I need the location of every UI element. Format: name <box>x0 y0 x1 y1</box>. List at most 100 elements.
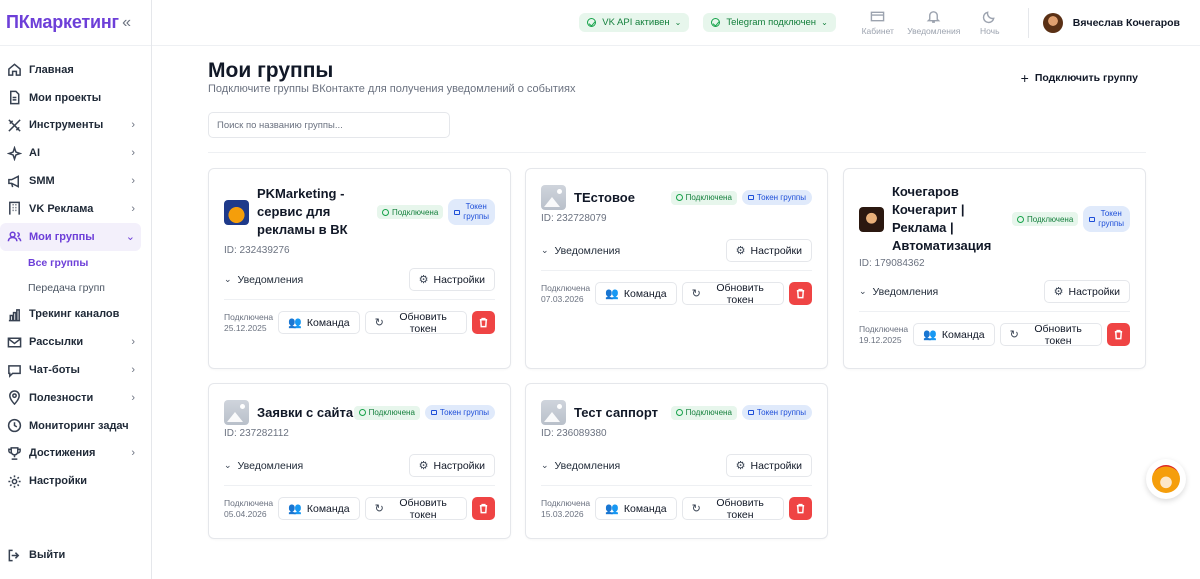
topbar-divider <box>1027 7 1029 38</box>
refresh-icon: ↻ <box>374 317 384 329</box>
image-placeholder-icon <box>224 400 249 425</box>
card-footer: Подключена 15.03.2026 👥 Команда ↻ Обновить … <box>526 497 827 521</box>
notifications-label: Уведомления <box>554 459 621 472</box>
connected-date: Подключена 07.03.2026 <box>541 283 590 305</box>
chevron-down-icon: ⌄ <box>224 274 232 284</box>
settings-button[interactable]: ⚙ Настройки <box>408 268 495 291</box>
refresh-token-button[interactable]: ↻ Обновить токен <box>364 311 468 335</box>
app-logo[interactable]: ПКмаркетинг <box>6 12 119 33</box>
sidebar-item-mailings[interactable]: Рассылки › <box>0 328 141 356</box>
cabinet-button[interactable]: Кабинет <box>856 9 900 36</box>
user-name: Вячеслав Кочегаров <box>1072 16 1180 29</box>
sidebar-item-label: SMM <box>29 175 55 188</box>
group-name[interactable]: Тест саппорт <box>574 404 658 422</box>
connected-badge-label: Подключена <box>1027 214 1074 224</box>
sidebar-item-home[interactable]: Главная <box>0 56 141 84</box>
sidebar-item-smm[interactable]: SMM › <box>0 167 141 195</box>
team-button[interactable]: 👥 Команда <box>278 311 360 334</box>
sidebar-item-channel-tracking[interactable]: Трекинг каналов <box>0 301 141 329</box>
team-button[interactable]: 👥 Команда <box>913 323 995 346</box>
refresh-token-label: Обновить токен <box>716 281 764 306</box>
sidebar-item-ai[interactable]: AI › <box>0 139 141 167</box>
group-name[interactable]: Заявки с сайта <box>257 404 353 422</box>
connected-badge: Подключена <box>377 205 444 219</box>
sidebar-item-my-groups[interactable]: Мои группы ⌄ <box>0 222 141 251</box>
team-button-label: Команда <box>306 316 350 329</box>
settings-button[interactable]: ⚙ Настройки <box>408 454 495 477</box>
connected-on-label: Подключена <box>224 311 274 322</box>
delete-button[interactable] <box>472 497 495 520</box>
sidebar-item-projects[interactable]: Мои проекты <box>0 84 141 112</box>
group-name-line: Автоматизация <box>892 238 992 253</box>
delete-button[interactable] <box>1107 323 1130 346</box>
team-button[interactable]: 👥 Команда <box>278 497 360 520</box>
file-icon <box>6 90 22 106</box>
sidebar: ПКмаркетинг « Главная Мои проекты Инстру… <box>0 0 152 579</box>
group-name[interactable]: Кочегаров Кочегарит | Реклама | Автомати… <box>892 183 992 255</box>
gear-icon <box>6 473 22 489</box>
group-id: ID: 236089380 <box>541 428 607 439</box>
notifications-toggle[interactable]: ⌄ Уведомления <box>224 274 303 286</box>
user-menu[interactable]: Вячеслав Кочегаров <box>1042 12 1180 33</box>
notifications-row: ⌄ Уведомления ⚙ Настройки <box>844 280 1145 303</box>
sidebar-item-tools[interactable]: Инструменты › <box>0 112 141 140</box>
double-chevron-left-icon[interactable]: « <box>122 14 145 32</box>
notifications-toggle[interactable]: ⌄ Уведомления <box>859 286 938 298</box>
night-mode-button[interactable]: Ночь <box>968 9 1012 36</box>
delete-button[interactable] <box>789 497 812 520</box>
refresh-token-button[interactable]: ↻ Обновить токен <box>681 497 785 521</box>
sidebar-item-task-monitoring[interactable]: Мониторинг задач <box>0 412 141 440</box>
refresh-token-button[interactable]: ↻ Обновить токен <box>364 497 468 521</box>
trash-icon <box>480 503 488 514</box>
team-button[interactable]: 👥 Команда <box>595 497 677 520</box>
add-group-button[interactable]: + Подключить группу <box>1021 70 1138 86</box>
assistant-mascot-button[interactable] <box>1146 459 1186 499</box>
refresh-token-button[interactable]: ↻ Обновить токен <box>999 323 1103 347</box>
logout-button[interactable]: Выйти <box>0 541 140 569</box>
fox-mascot-icon <box>1152 465 1180 493</box>
sidebar-item-settings[interactable]: Настройки <box>0 467 141 495</box>
moon-icon <box>983 11 995 24</box>
team-button[interactable]: 👥 Команда <box>595 282 677 305</box>
settings-button[interactable]: ⚙ Настройки <box>1043 280 1130 303</box>
telegram-status-pill[interactable]: Telegram подключен ⌄ <box>703 13 836 32</box>
add-group-label: Подключить группу <box>1034 72 1138 84</box>
chevron-down-icon: ⌄ <box>859 286 867 296</box>
sidebar-item-achievements[interactable]: Достижения › <box>0 440 141 468</box>
delete-button[interactable] <box>472 311 495 334</box>
notifications-button[interactable]: Уведомления <box>907 9 960 36</box>
users-icon <box>6 229 22 245</box>
group-name[interactable]: PKMarketing - сервис для рекламы в ВК <box>257 185 357 239</box>
group-name[interactable]: ТЕстовое <box>574 189 635 207</box>
card-icon <box>747 410 754 415</box>
check-circle-icon <box>382 208 390 216</box>
sidebar-subitem-all-groups[interactable]: Все группы <box>0 251 151 276</box>
group-avatar-fox-logo <box>224 199 249 225</box>
notifications-toggle[interactable]: ⌄ Уведомления <box>224 460 303 472</box>
sidebar-item-vk-ads[interactable]: VK Реклама › <box>0 195 141 223</box>
sidebar-item-label: AI <box>29 147 40 160</box>
chevron-right-icon: › <box>131 147 135 160</box>
group-name-line: Реклама | <box>892 220 954 235</box>
settings-button[interactable]: ⚙ Настройки <box>725 239 812 262</box>
trash-icon <box>480 317 488 328</box>
vk-api-status-pill[interactable]: VK API активен ⌄ <box>579 13 690 32</box>
connected-badge: Подключена <box>670 190 737 205</box>
sidebar-item-useful[interactable]: Полезности › <box>0 384 141 412</box>
group-badges: Подключена Токен группы <box>353 405 495 420</box>
connected-date-value: 15.03.2026 <box>541 508 584 519</box>
settings-button[interactable]: ⚙ Настройки <box>725 454 812 477</box>
sidebar-item-chatbots[interactable]: Чат-боты › <box>0 356 141 384</box>
group-badges: Подключена Токен группы <box>670 190 812 205</box>
search-input[interactable] <box>208 112 450 138</box>
team-button-label: Команда <box>623 502 667 515</box>
refresh-token-button[interactable]: ↻ Обновить токен <box>681 281 785 306</box>
delete-button[interactable] <box>789 282 812 305</box>
chevron-right-icon: › <box>131 391 135 404</box>
sidebar-subitem-transfer-groups[interactable]: Передача групп <box>0 276 151 301</box>
token-badge-line: группы <box>1098 219 1124 228</box>
card-icon <box>430 410 437 415</box>
notifications-toggle[interactable]: ⌄ Уведомления <box>541 460 620 472</box>
group-card: Тест саппорт Подключена Токен группы ID:… <box>525 383 828 539</box>
notifications-toggle[interactable]: ⌄ Уведомления <box>541 245 620 257</box>
